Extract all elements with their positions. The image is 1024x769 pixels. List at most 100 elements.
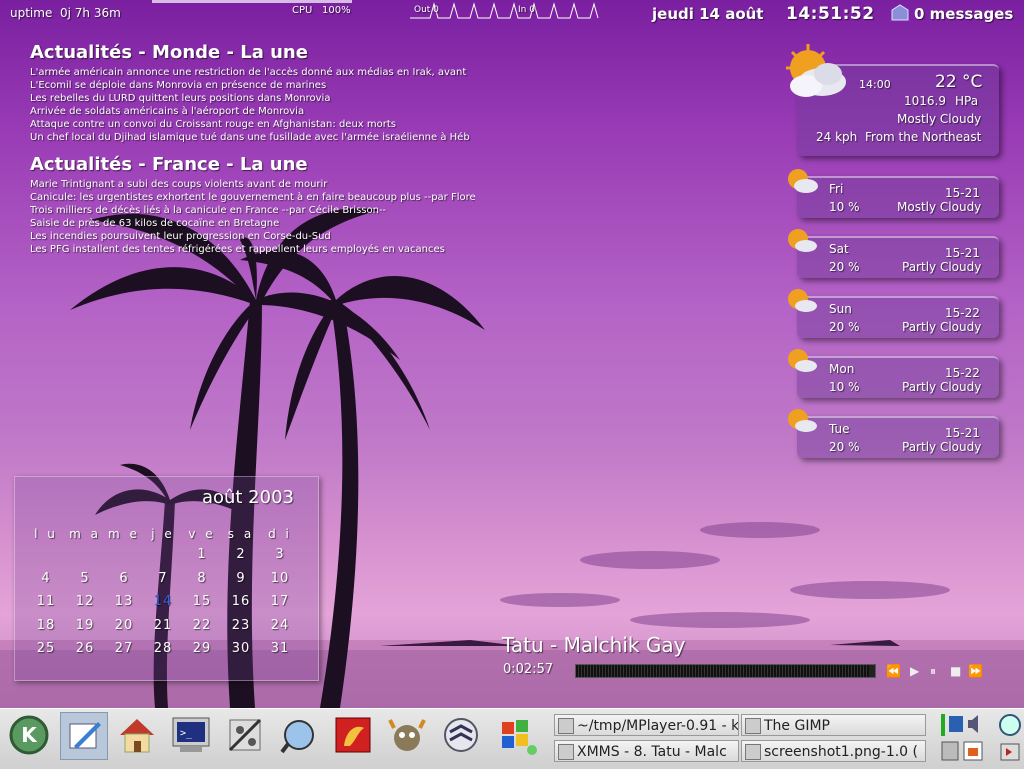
calendar-day[interactable]: 7 [144, 571, 182, 586]
windows-icon[interactable] [494, 712, 540, 758]
news-item[interactable]: Les incendies poursuivent leur progressi… [30, 230, 475, 243]
news-france-title[interactable]: Actualités - France - La une [30, 154, 308, 175]
calendar-day[interactable]: 12 [66, 594, 104, 609]
pause-icon[interactable]: ⏸ [930, 664, 936, 679]
task-label: XMMS - 8. Tatu - Malc [577, 744, 727, 760]
messages-icon[interactable] [890, 4, 910, 22]
home-folder-icon[interactable] [114, 712, 160, 758]
calendar-weekday-label: m a [69, 527, 101, 541]
forecast-day: Tue [829, 422, 850, 436]
image-icon [745, 744, 761, 760]
calendar-day[interactable]: 21 [144, 618, 182, 633]
top-status-bar: uptime 0j 7h 36m CPU 100% Out 0 In 0 jeu… [0, 0, 1024, 28]
calendar-day[interactable]: 28 [144, 641, 182, 656]
mozilla-icon[interactable] [330, 712, 376, 758]
network-out-label: Out 0 [414, 5, 439, 15]
calendar-day[interactable]: 6 [105, 571, 143, 586]
news-item[interactable]: Marie Trintignant a subi des coups viole… [30, 178, 475, 191]
calendar-weekday-label: v e [188, 527, 216, 541]
calendar-day[interactable]: 30 [222, 641, 260, 656]
calendar-day[interactable]: 26 [66, 641, 104, 656]
task-gimp[interactable]: The GIMP [741, 714, 926, 736]
calendar-day[interactable]: 20 [105, 618, 143, 633]
weather-wind-direction: From the Northeast [865, 130, 982, 144]
news-item[interactable]: Saisie de près de 63 kilos de cocaïne en… [30, 217, 475, 230]
calendar-weekday-label: j e [151, 527, 175, 541]
calendar-day[interactable]: 13 [105, 594, 143, 609]
uptime-label: uptime [10, 6, 53, 20]
xmms-icon [558, 744, 574, 760]
forecast-precip: 20 % [829, 440, 860, 454]
calendar-day[interactable]: 11 [27, 594, 65, 609]
network-in-label: In 0 [518, 5, 535, 15]
calendar-today[interactable]: 14 [144, 594, 182, 609]
calendar-day[interactable]: 16 [222, 594, 260, 609]
cpu-label: CPU [292, 5, 313, 16]
konqueror-icon[interactable] [276, 712, 322, 758]
partly-cloudy-icon [788, 289, 817, 312]
terminal-icon[interactable]: >_ [168, 712, 214, 758]
task-xmms[interactable]: XMMS - 8. Tatu - Malc [554, 740, 739, 762]
task-label: The GIMP [764, 718, 830, 734]
previous-icon[interactable]: ⏪ [886, 664, 901, 678]
news-item[interactable]: Arrivée de soldats américains à l'aéropo… [30, 105, 475, 118]
news-item[interactable]: Les PFG installent des tentes réfrigérée… [30, 243, 475, 256]
next-icon[interactable]: ⏩ [968, 664, 983, 678]
calendar-day[interactable]: 1 [183, 547, 221, 562]
news-item[interactable]: Attaque contre un convoi du Croissant ro… [30, 118, 475, 131]
forecast-range: 15-22 [945, 306, 980, 320]
calendar-day[interactable]: 10 [261, 571, 299, 586]
gimp-icon[interactable] [384, 712, 430, 758]
messages-count[interactable]: 0 messages [914, 5, 1013, 23]
calendar-day[interactable]: 27 [105, 641, 143, 656]
calendar-day[interactable]: 4 [27, 571, 65, 586]
calendar-day[interactable]: 31 [261, 641, 299, 656]
calendar-day[interactable]: 8 [183, 571, 221, 586]
forecast-condition: Partly Cloudy [902, 260, 982, 274]
calendar-day[interactable]: 3 [261, 547, 299, 562]
news-item[interactable]: L'armée américain annonce une restrictio… [30, 66, 475, 79]
news-item[interactable]: L'Ecomil se déploie dans Monrovia en pré… [30, 79, 475, 92]
kate-editor-icon[interactable] [60, 712, 108, 760]
calendar-weekday-label: m e [108, 527, 140, 541]
xmms-icon[interactable] [438, 712, 484, 758]
news-world-title[interactable]: Actualités - Monde - La une [30, 42, 308, 63]
forecast-condition: Partly Cloudy [902, 380, 982, 394]
calendar-day[interactable]: 17 [261, 594, 299, 609]
calendar-day[interactable]: 9 [222, 571, 260, 586]
control-center-icon[interactable] [222, 712, 268, 758]
playback-progress-bar[interactable] [575, 664, 876, 678]
calendar-day[interactable]: 15 [183, 594, 221, 609]
news-item[interactable]: Trois milliers de décès liés à la canicu… [30, 204, 475, 217]
kde-menu-icon[interactable]: K [6, 712, 52, 758]
calendar-day[interactable]: 23 [222, 618, 260, 633]
calendar-day[interactable]: 2 [222, 547, 260, 562]
now-playing-title: Tatu - Malchik Gay [502, 633, 686, 657]
play-icon[interactable]: ▶ [910, 664, 919, 678]
news-item[interactable]: Canicule: les urgentistes exhortent le g… [30, 191, 475, 204]
task-label: screenshot1.png-1.0 ( [764, 744, 918, 760]
news-item[interactable]: Un chef local du Djihad islamique tué da… [30, 131, 475, 144]
terminal-icon [558, 718, 574, 734]
news-france-list: Marie Trintignant a subi des coups viole… [30, 178, 475, 256]
calendar-day[interactable]: 5 [66, 571, 104, 586]
calendar-day[interactable]: 18 [27, 618, 65, 633]
task-screenshot[interactable]: screenshot1.png-1.0 ( [741, 740, 926, 762]
weather-time: 14:00 [859, 78, 891, 91]
stop-icon[interactable]: ■ [950, 664, 961, 678]
cpu-value: 100% [322, 5, 351, 16]
partly-cloudy-icon [788, 349, 817, 372]
calendar-widget: août 2003 l um am ej ev es ad i123456789… [14, 476, 319, 681]
calendar-day[interactable]: 24 [261, 618, 299, 633]
calendar-day[interactable]: 29 [183, 641, 221, 656]
forecast-condition: Partly Cloudy [902, 320, 982, 334]
tray-clock-and-logout[interactable] [997, 712, 1024, 764]
partly-cloudy-icon [788, 409, 817, 432]
forecast-panel-sat: Sat 15-21 20 % Partly Cloudy [797, 236, 999, 278]
news-item[interactable]: Les rebelles du LURD quittent leurs posi… [30, 92, 475, 105]
task-mplayer[interactable]: ~/tmp/MPlayer-0.91 - k [554, 714, 739, 736]
calendar-day[interactable]: 19 [66, 618, 104, 633]
calendar-day[interactable]: 25 [27, 641, 65, 656]
date-display: jeudi 14 août [652, 5, 764, 23]
calendar-day[interactable]: 22 [183, 618, 221, 633]
